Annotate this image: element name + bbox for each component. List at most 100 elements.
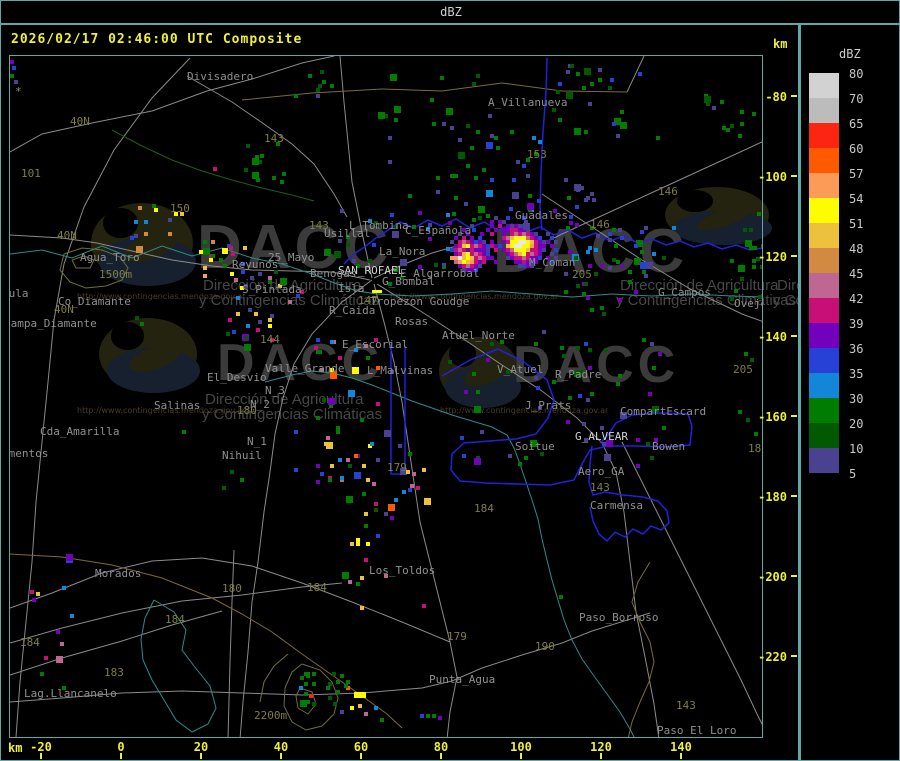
echo-cell [740,122,744,126]
road-label: 183 [104,666,124,679]
echo-cell [518,462,522,466]
echo-cell [642,338,646,342]
legend-value: 70 [849,92,864,106]
echo-cell [594,272,598,276]
echo-cell [322,398,326,402]
page-title: dBZ [440,5,462,19]
legend-swatch [809,73,839,98]
echo-cell [662,256,666,260]
echo-cell [532,136,536,140]
echo-cell [450,126,454,130]
legend-divider [798,24,801,760]
echo-cell [652,252,656,256]
legend-swatch [809,248,839,273]
place-label: Soitue [515,440,555,453]
echo-cell [154,208,158,212]
radar-map[interactable]: Divisadero A_Villanueva * aula Pampa_Diamant… [9,55,763,738]
bottom-axis-label: 100 [510,740,532,754]
echo-cell [222,486,226,490]
echo-cell [734,289,738,293]
echo-cell [618,228,622,232]
echo-cell [472,218,476,222]
echo-cell [564,290,568,294]
road-label: 146 [658,185,678,198]
echo-cell [752,112,756,116]
echo-cell [588,246,592,250]
legend-swatch [809,273,839,298]
legend-swatch [809,123,839,148]
echo-cell [590,192,594,196]
echo-cell [745,240,752,247]
echo-cell [584,342,588,346]
echo-cell [608,232,612,236]
echo-cell [336,426,340,430]
echo-cell [582,422,586,426]
echo-cell [646,262,653,269]
echo-cell [228,318,232,322]
legend-value: 57 [849,167,864,181]
place-label: G_Bombal [382,275,435,288]
echo-cell [334,251,341,258]
echo-cell [566,70,570,74]
echo-cell [366,356,370,360]
echo-cell [576,284,580,288]
echo-cell [356,538,360,542]
echo-cell [372,243,376,247]
echo-cell [442,122,446,126]
place-label: Paso_Borroso [579,611,659,624]
echo-cell [480,430,484,434]
echo-cell [568,250,572,254]
road-label: 143 [264,132,284,145]
echo-cell [346,680,350,684]
echo-cell [312,682,316,686]
echo-cell [488,114,492,118]
legend-value: 35 [849,367,864,381]
place-label: A_Villanueva [488,96,568,109]
echo-cell [300,676,304,680]
legend-value: 54 [849,192,864,206]
place-label: G_ALVEAR [575,430,628,443]
echo-cell [640,230,644,234]
place-label: N [9,388,10,399]
place-label: Usillal [324,227,371,240]
echo-cell [558,118,562,122]
echo-cell [316,94,320,98]
map-line [621,441,762,726]
echo-cell [333,702,337,706]
echo-cell [509,207,513,211]
echo-cell [328,696,332,700]
legend-swatch [809,448,839,473]
echo-cell [496,146,500,150]
echo-cell [240,478,244,482]
echo-cell [575,223,579,227]
road-label: 179 [387,461,407,474]
legend-swatch [809,148,839,173]
echo-cell [306,700,310,704]
echo-cell [460,436,464,440]
echo-cell [602,312,606,316]
echo-cell [168,218,172,222]
place-label: C_Española [405,224,472,237]
right-axis-label: -180 [758,490,787,504]
echo-cell [376,534,380,538]
road-label: 184 [474,502,494,515]
place-label: Cda_Amarilla [40,425,120,438]
echo-cell [32,598,36,602]
echo-cell [432,714,436,718]
place-label: Bowen [652,440,686,453]
echo-cell [562,354,566,358]
right-axis-tick [791,335,797,337]
echo-cell [592,198,596,202]
echo-cell [348,580,352,584]
echo-cell [402,490,406,494]
echo-cell [294,430,298,434]
echo-cell [250,276,254,280]
echo-cell [640,262,647,269]
echo-cell [464,202,468,206]
echo-cell [490,134,494,138]
echo-cell [590,82,594,86]
echo-cell [226,332,230,336]
echo-cell [476,130,480,134]
echo-cell [490,178,494,182]
echo-cell [430,98,434,102]
